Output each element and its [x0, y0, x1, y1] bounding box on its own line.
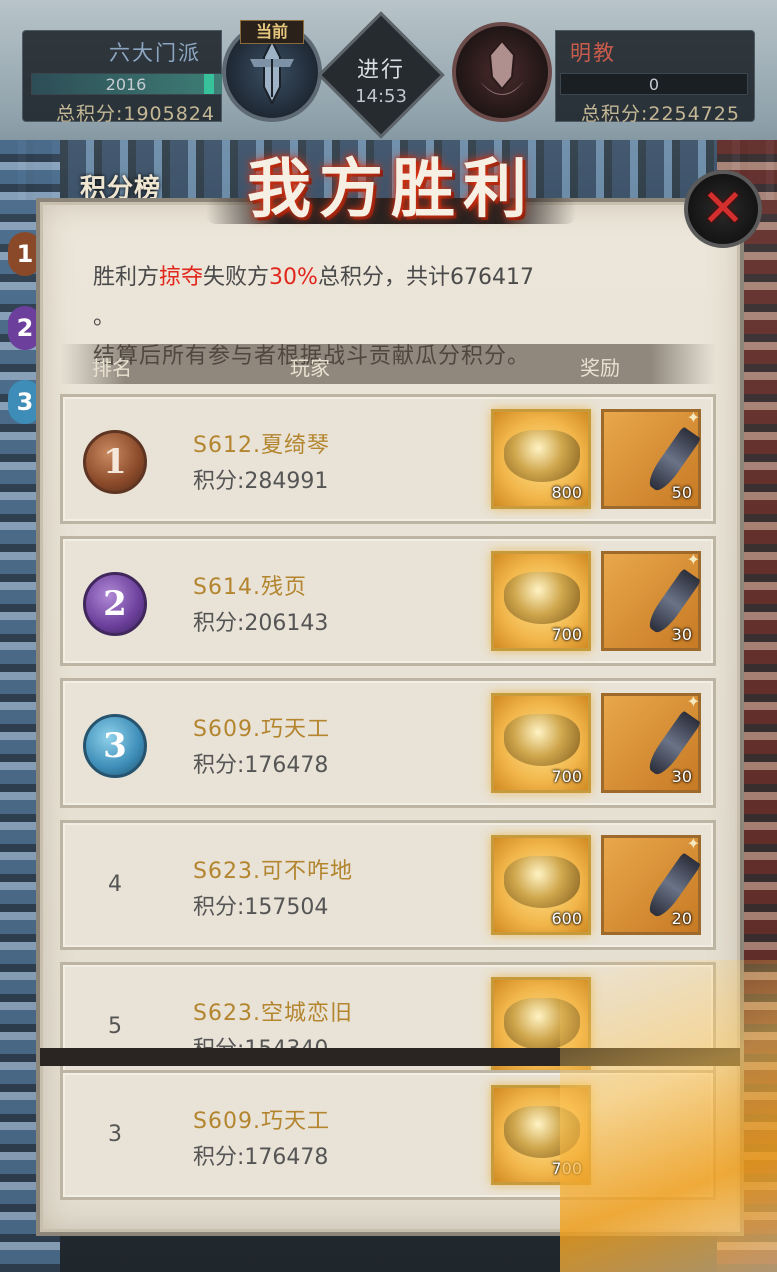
intro-prefix: 胜利方 — [93, 265, 160, 290]
corner-glow-overlay — [560, 960, 777, 1272]
rank-number: 3 — [108, 1122, 122, 1147]
rank-number: 4 — [108, 872, 122, 897]
left-faction-panel: 六大门派 2016 总积分:1905824 — [22, 30, 222, 125]
player-score: 积分:157504 — [193, 895, 329, 920]
player-score: 积分:176478 — [193, 1145, 329, 1170]
victory-banner: 我方胜利 — [196, 138, 586, 238]
rank-medal-icon: 1 — [83, 430, 147, 494]
intro-middle: 失败方 — [203, 265, 270, 290]
player-name[interactable]: S609.巧天工 — [193, 711, 330, 743]
settlement-description: 胜利方掠夺失败方30%总积分，共计676417 。 — [93, 258, 693, 338]
ranking-tab[interactable]: 积分榜 — [80, 168, 161, 205]
ranking-row[interactable]: 1 S612.夏绮琴 积分:284991 800 ✦ 50 — [60, 394, 716, 524]
right-faction-progress: 0 — [560, 73, 748, 95]
player-name[interactable]: S609.巧天工 — [193, 1103, 330, 1135]
player-name[interactable]: S623.可不咋地 — [193, 853, 353, 885]
rank-medal-icon: 3 — [83, 714, 147, 778]
column-player: 玩家 — [290, 356, 330, 380]
gold-ingot-icon — [504, 714, 580, 766]
left-faction-progress: 2016 — [31, 73, 222, 95]
star-icon: ✦ — [686, 692, 700, 711]
column-rank: 排名 — [92, 356, 132, 380]
star-icon: ✦ — [686, 550, 700, 569]
right-faction-name: 明教 — [570, 41, 616, 65]
column-reward: 奖励 — [580, 356, 620, 380]
gold-ingot-reward[interactable]: 800 — [491, 409, 591, 509]
battle-status-label: 进行 — [356, 58, 405, 83]
star-icon: ✦ — [686, 834, 700, 853]
battle-status: 进行 14:53 — [336, 52, 426, 107]
gold-ingot-icon — [504, 430, 580, 482]
ranking-row[interactable]: 4 S623.可不咋地 积分:157504 600 ✦ 20 — [60, 820, 716, 950]
left-faction-name: 六大门派 — [109, 41, 201, 65]
weapon-fragment-reward[interactable]: ✦ 20 — [601, 834, 702, 935]
reward-quantity: 700 — [551, 767, 582, 786]
current-faction-tag: 当前 — [240, 20, 304, 44]
intro-highlight-plunder: 掠夺 — [159, 265, 204, 290]
right-faction-panel: 明教 0 总积分:2254725 — [555, 30, 755, 125]
right-faction-total-score: 总积分:2254725 — [580, 103, 740, 125]
intro-suffix: 总积分，共计676417 — [317, 265, 534, 290]
close-icon: ✕ — [701, 179, 745, 239]
reward-quantity: 20 — [671, 909, 692, 928]
reward-quantity: 800 — [551, 483, 582, 502]
close-button[interactable]: ✕ — [684, 170, 762, 248]
reward-quantity: 30 — [671, 767, 692, 786]
weapon-fragment-reward[interactable]: ✦ 30 — [601, 550, 702, 651]
flame-emblem-icon[interactable] — [452, 22, 552, 122]
side-rank-badge: 3 — [8, 380, 42, 424]
player-score: 积分:284991 — [193, 469, 329, 494]
ranking-row[interactable]: 2 S614.残页 积分:206143 700 ✦ 30 — [60, 536, 716, 666]
side-rank-badge: 1 — [8, 232, 42, 276]
player-name[interactable]: S612.夏绮琴 — [193, 427, 330, 459]
intro-percent: 30% — [269, 265, 318, 290]
player-name[interactable]: S623.空城恋旧 — [193, 995, 353, 1027]
weapon-fragment-reward[interactable]: ✦ 50 — [601, 408, 702, 509]
reward-quantity: 600 — [551, 909, 582, 928]
intro-end: 。 — [93, 305, 116, 330]
gold-ingot-icon — [504, 856, 580, 908]
player-name[interactable]: S614.残页 — [193, 569, 307, 601]
player-score: 积分:176478 — [193, 753, 329, 778]
right-faction-count: 0 — [648, 75, 660, 94]
side-rank-badge: 2 — [8, 306, 42, 350]
reward-quantity: 30 — [671, 625, 692, 644]
weapon-fragment-reward[interactable]: ✦ 30 — [601, 692, 702, 793]
gold-ingot-reward[interactable]: 700 — [491, 551, 591, 651]
victory-title: 我方胜利 — [247, 152, 535, 227]
gold-ingot-reward[interactable]: 600 — [491, 835, 591, 935]
battle-timer: 14:53 — [355, 86, 407, 107]
ranking-row[interactable]: 3 S609.巧天工 积分:176478 700 ✦ 30 — [60, 678, 716, 808]
rank-medal-icon: 2 — [83, 572, 147, 636]
gold-ingot-icon — [504, 572, 580, 624]
left-faction-total-score: 总积分:1905824 — [55, 103, 215, 125]
reward-quantity: 50 — [671, 483, 692, 502]
player-score: 积分:206143 — [193, 611, 329, 636]
gold-ingot-reward[interactable]: 700 — [491, 693, 591, 793]
reward-quantity: 700 — [551, 625, 582, 644]
star-icon: ✦ — [686, 408, 700, 427]
left-faction-count: 2016 — [105, 75, 147, 94]
